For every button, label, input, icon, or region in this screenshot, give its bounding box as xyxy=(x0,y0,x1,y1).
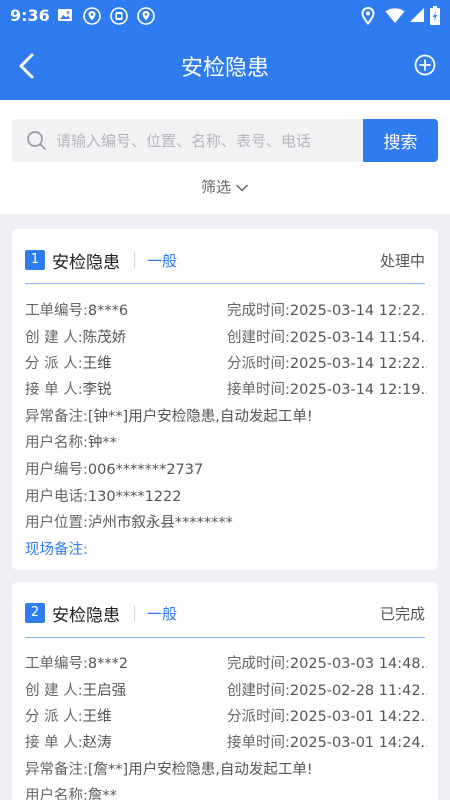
signal-icon xyxy=(410,8,424,22)
receive-time-field: 接单时间:2025-03-01 14:24... xyxy=(227,735,427,751)
location-pin-icon xyxy=(361,7,375,25)
user-name-field: 用户名称:钟** xyxy=(25,435,117,451)
done-time-field: 完成时间:2025-03-03 14:48... xyxy=(227,656,427,672)
battery-icon xyxy=(430,6,440,25)
location-pin-icon xyxy=(137,7,155,25)
order-card[interactable]: 2 安检隐患 一般 已完成 工单编号:8***2 完成时间:2025-03-03… xyxy=(12,582,438,800)
level-tag: 一般 xyxy=(147,252,178,270)
wifi-icon xyxy=(385,8,405,23)
create-time-field: 创建时间:2025-02-28 11:42... xyxy=(227,683,427,699)
page-title: 安检隐患 xyxy=(180,56,269,81)
user-no-field: 用户编号:006*******2737 xyxy=(25,462,204,478)
search-input[interactable] xyxy=(56,119,356,162)
user-name-field: 用户名称:詹** xyxy=(25,788,117,800)
remark-field: 异常备注:[钟**]用户安检隐患,自动发起工单! xyxy=(25,409,313,425)
card-title: 安检隐患 xyxy=(52,253,120,273)
create-time-field: 创建时间:2025-03-14 11:54... xyxy=(227,330,427,346)
order-no-field: 工单编号:8***2 xyxy=(25,656,129,672)
title-divider xyxy=(134,605,135,621)
location-pin-icon xyxy=(83,7,101,25)
sim-icon xyxy=(110,7,128,25)
site-remark-field: 现场备注: xyxy=(25,542,88,558)
receiver-field: 接 单 人:赵涛 xyxy=(25,735,112,751)
card-index-badge: 2 xyxy=(25,603,45,623)
filter-label: 筛选 xyxy=(200,178,231,196)
order-card[interactable]: 1 安检隐患 一般 处理中 工单编号:8***6 完成时间:2025-03-14… xyxy=(12,229,438,570)
creator-field: 创 建 人:王启强 xyxy=(25,683,127,699)
search-icon xyxy=(27,131,46,150)
search-button[interactable]: 搜索 xyxy=(363,119,438,162)
dispatcher-field: 分 派 人:王维 xyxy=(25,356,112,372)
status-bar: 9:36 xyxy=(0,0,450,32)
dispatch-time-field: 分派时间:2025-03-14 12:22... xyxy=(227,356,427,372)
dispatcher-field: 分 派 人:王维 xyxy=(25,709,112,725)
filter-toggle[interactable]: 筛选 xyxy=(0,176,450,197)
user-location-field: 用户位置:泸州市叙永县******** xyxy=(25,515,233,531)
order-no-field: 工单编号:8***6 xyxy=(25,303,129,319)
card-index-badge: 1 xyxy=(25,250,45,270)
level-tag: 一般 xyxy=(147,605,178,623)
status-badge: 已完成 xyxy=(379,605,425,623)
dispatch-time-field: 分派时间:2025-03-01 14:22... xyxy=(227,709,427,725)
chevron-down-icon xyxy=(235,183,249,192)
receive-time-field: 接单时间:2025-03-14 12:19... xyxy=(227,382,427,398)
app-header: 安检隐患 xyxy=(0,32,450,100)
search-box xyxy=(12,119,363,162)
user-phone-field: 用户电话:130****1222 xyxy=(25,489,182,505)
search-section: 搜索 筛选 xyxy=(0,100,450,214)
add-circle-icon[interactable] xyxy=(414,54,436,76)
receiver-field: 接 单 人:李锐 xyxy=(25,382,112,398)
card-divider xyxy=(25,637,425,638)
done-time-field: 完成时间:2025-03-14 12:22... xyxy=(227,303,427,319)
remark-field: 异常备注:[詹**]用户安检隐患,自动发起工单! xyxy=(25,762,313,778)
creator-field: 创 建 人:陈茂娇 xyxy=(25,330,127,346)
status-badge: 处理中 xyxy=(379,252,425,270)
image-icon xyxy=(58,9,72,21)
status-time: 9:36 xyxy=(10,6,50,25)
card-divider xyxy=(25,283,425,284)
title-divider xyxy=(134,252,135,268)
card-title: 安检隐患 xyxy=(52,606,120,626)
